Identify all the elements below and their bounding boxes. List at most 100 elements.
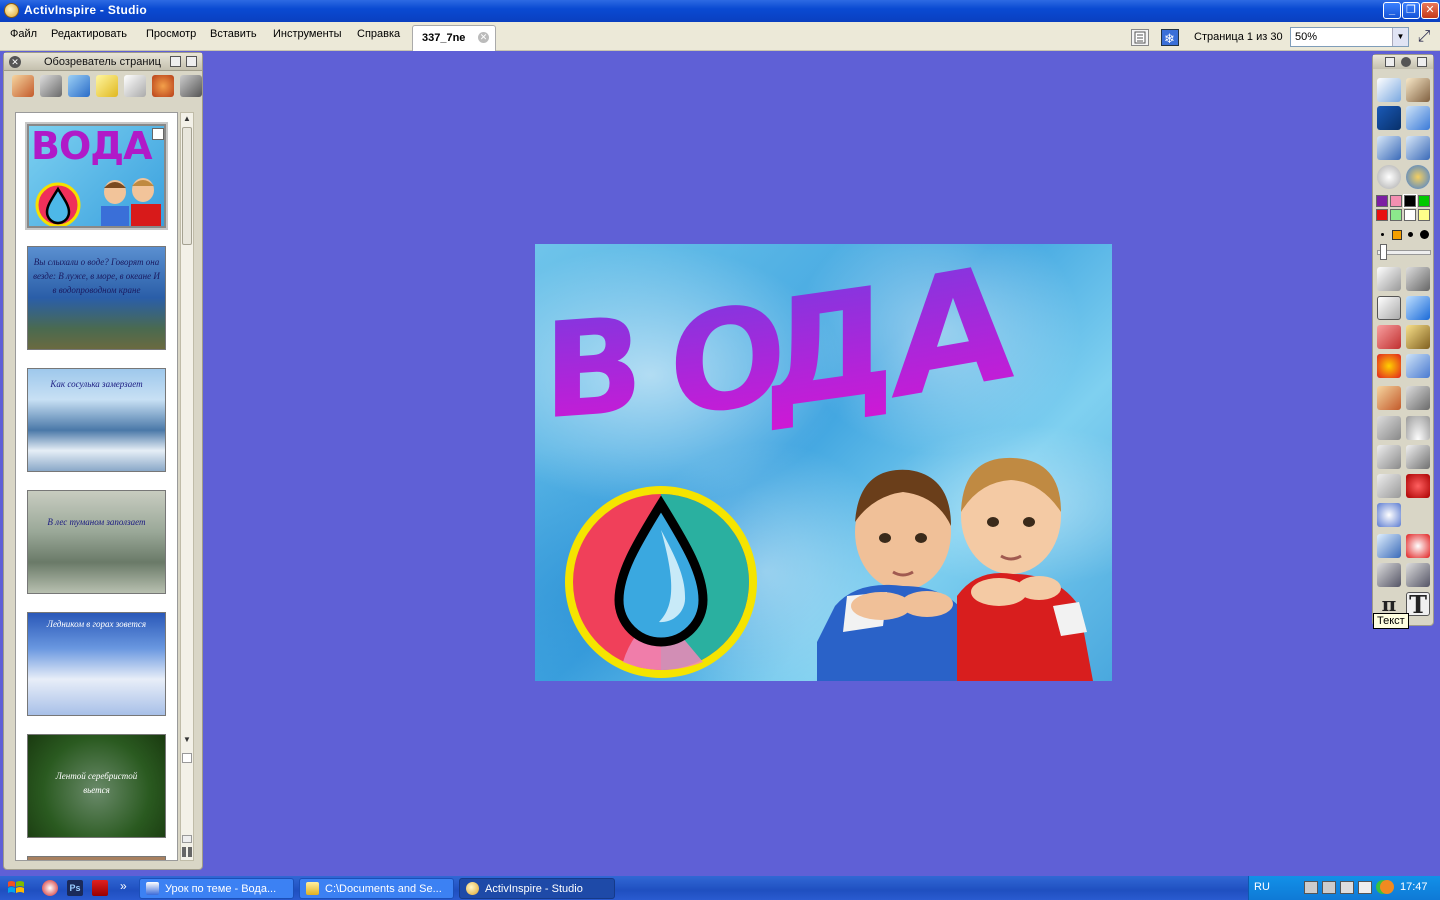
set-square-icon[interactable]	[1377, 445, 1401, 469]
close-tab-icon[interactable]: ✕	[478, 32, 489, 43]
color-swatch-red[interactable]	[1376, 209, 1388, 221]
task-activinspire[interactable]: ActivInspire - Studio	[459, 878, 615, 899]
notes-browser-icon[interactable]	[96, 75, 118, 97]
title-letter-4[interactable]: А	[891, 244, 1015, 436]
title-letter-1[interactable]: В	[543, 288, 644, 449]
color-swatch-green[interactable]	[1418, 195, 1430, 207]
page-notes-icon[interactable]	[1131, 29, 1149, 46]
scroll-grid-icon[interactable]	[182, 753, 192, 763]
flipchart-page[interactable]: В О Д А	[535, 244, 1112, 681]
page-thumbnail-4[interactable]: В лес туманом заползает	[27, 490, 166, 594]
previous-page-icon[interactable]	[1377, 136, 1401, 160]
connector-icon[interactable]	[1406, 354, 1430, 378]
quicklaunch-overflow[interactable]: »	[120, 879, 127, 893]
network-icon[interactable]	[1322, 881, 1336, 894]
task-explorer[interactable]: C:\Documents and Se...	[299, 878, 454, 899]
voting-browser-icon[interactable]	[180, 75, 202, 97]
water-drop-logo-icon[interactable]	[563, 482, 759, 681]
resource-browser-icon[interactable]	[1406, 386, 1430, 410]
quicklaunch-icon[interactable]	[42, 880, 58, 896]
page-browser-icon[interactable]	[1377, 386, 1401, 410]
browser-icon[interactable]	[1406, 165, 1430, 189]
calculator-icon[interactable]	[1377, 474, 1401, 498]
pen-icon[interactable]	[1377, 296, 1401, 320]
page-thumbnail-7[interactable]	[27, 856, 166, 860]
fill-icon[interactable]	[1406, 325, 1430, 349]
network-icon[interactable]	[1304, 881, 1318, 894]
resource-browser-icon[interactable]	[40, 75, 62, 97]
close-button[interactable]: ✕	[1421, 2, 1439, 19]
device-icon[interactable]	[1340, 881, 1354, 894]
highlighter-icon[interactable]	[1406, 296, 1430, 320]
thumbnail-scrollbar[interactable]: ▲ ▼	[180, 112, 194, 861]
scroll-up-icon[interactable]: ▲	[181, 113, 193, 125]
color-swatch-yellow[interactable]	[1418, 209, 1430, 221]
acrobat-icon[interactable]	[92, 880, 108, 896]
ruler-icon[interactable]	[1377, 416, 1401, 440]
compass-icon[interactable]	[1406, 445, 1430, 469]
redo-icon[interactable]	[1406, 563, 1430, 587]
page-thumbnail-3[interactable]: Как сосулька замерзает	[27, 368, 166, 472]
menu-file[interactable]: Файл	[10, 28, 37, 40]
menu-view[interactable]: Просмотр	[146, 28, 196, 40]
eraser-icon[interactable]	[1377, 325, 1401, 349]
close-panel-icon[interactable]: ✕	[9, 56, 21, 68]
snowflake-icon[interactable]: ❄	[1161, 29, 1179, 46]
panel-menu-icon[interactable]	[170, 56, 181, 67]
next-page-icon[interactable]	[1406, 136, 1430, 160]
minimize-button[interactable]: _	[1383, 2, 1401, 19]
main-menu-icon[interactable]	[1377, 78, 1401, 102]
page-thumbnail-1[interactable]: ВОДА	[27, 124, 166, 228]
pen-width-4-icon[interactable]	[1420, 230, 1429, 239]
color-swatch-pink[interactable]	[1390, 195, 1402, 207]
desktop-tools-icon[interactable]	[1406, 106, 1430, 130]
title-letter-3[interactable]: Д	[763, 253, 895, 444]
scrollbar-thumb[interactable]	[182, 127, 192, 245]
profiles-icon[interactable]	[1406, 78, 1430, 102]
color-swatch-white[interactable]	[1404, 209, 1416, 221]
fit-page-icon[interactable]: ⤢	[1414, 27, 1434, 47]
tools-icon[interactable]	[1406, 267, 1430, 291]
pen-width-1-icon[interactable]	[1381, 233, 1384, 236]
document-tab[interactable]: 337_7ne ✕	[412, 25, 496, 51]
pen-width-2-icon[interactable]	[1392, 230, 1402, 240]
text-tool-icon[interactable]: T	[1406, 592, 1430, 617]
page-thumbnail-5[interactable]: Ледником в горах зовется	[27, 612, 166, 716]
scroll-down-icon[interactable]: ▼	[181, 734, 193, 746]
reset-page-icon[interactable]	[1406, 534, 1430, 558]
pen-width-3-icon[interactable]	[1408, 232, 1413, 237]
antivirus-icon[interactable]	[1380, 880, 1394, 894]
restore-button[interactable]: ❐	[1402, 2, 1420, 19]
object-browser-icon[interactable]	[68, 75, 90, 97]
protractor-icon[interactable]	[1406, 416, 1430, 440]
desktop-annotate-icon[interactable]	[1377, 106, 1401, 130]
scroll-slider-icon[interactable]	[182, 835, 192, 843]
toolbox-pin-icon[interactable]	[1417, 57, 1427, 67]
dice-icon[interactable]	[1406, 474, 1430, 498]
language-indicator[interactable]: RU	[1254, 881, 1270, 893]
clear-icon[interactable]	[1377, 534, 1401, 558]
undo-icon[interactable]	[1377, 563, 1401, 587]
windows-start-icon[interactable]	[7, 879, 25, 897]
menu-help[interactable]: Справка	[357, 28, 400, 40]
toolbox-collapse-icon[interactable]	[1401, 57, 1411, 67]
pen-width-slider-thumb[interactable]	[1380, 244, 1387, 260]
select-arrow-icon[interactable]	[1377, 267, 1401, 291]
color-swatch-light-green[interactable]	[1390, 209, 1402, 221]
panel-pin-icon[interactable]	[186, 56, 197, 67]
toolbox-menu-icon[interactable]	[1385, 57, 1395, 67]
chevron-down-icon[interactable]: ▼	[1392, 28, 1408, 46]
menu-insert[interactable]: Вставить	[210, 28, 257, 40]
task-word[interactable]: Урок по теме - Вода...	[139, 878, 294, 899]
color-swatch-purple[interactable]	[1376, 195, 1388, 207]
page-thumbnail-2[interactable]: Вы слыхали о воде? Говорят она везде: В …	[27, 246, 166, 350]
color-swatch-black[interactable]	[1403, 194, 1417, 208]
magic-icon[interactable]	[1377, 503, 1401, 527]
play-icon[interactable]	[1377, 165, 1401, 189]
photoshop-icon[interactable]: Ps	[67, 880, 83, 896]
menu-tools[interactable]: Инструменты	[273, 28, 342, 40]
shape-icon[interactable]	[1377, 354, 1401, 378]
page-browser-icon[interactable]	[12, 75, 34, 97]
volume-icon[interactable]	[1358, 881, 1372, 894]
action-browser-icon[interactable]	[152, 75, 174, 97]
